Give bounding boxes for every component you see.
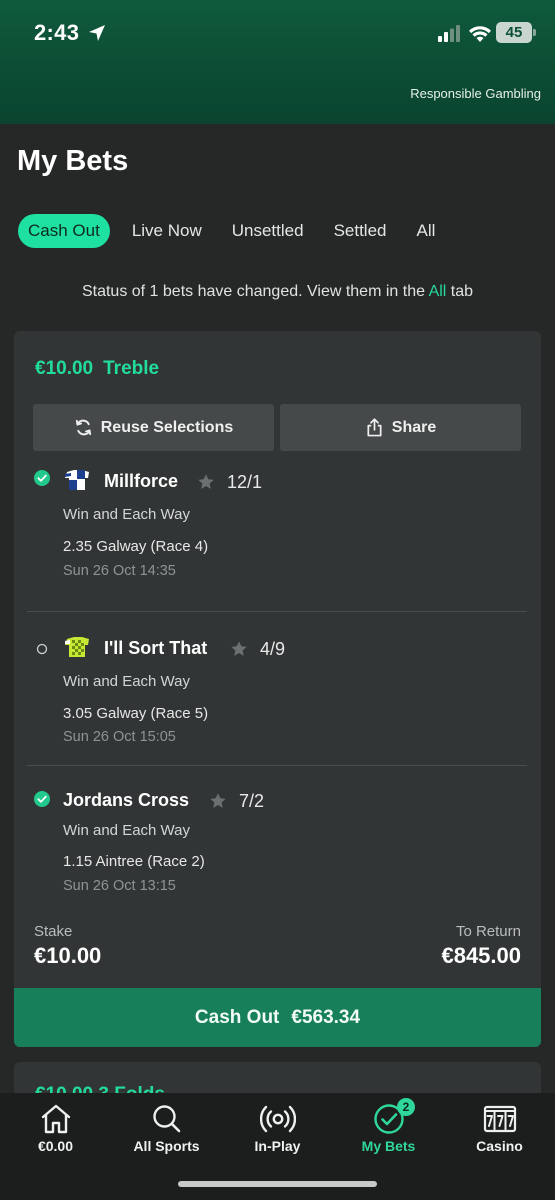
home-indicator[interactable] <box>178 1181 377 1187</box>
won-check-icon <box>34 470 50 486</box>
favourite-star-icon[interactable] <box>230 640 248 658</box>
selection-date: Sun 26 Oct 13:15 <box>63 878 176 894</box>
share-button[interactable]: Share <box>280 404 521 451</box>
share-label: Share <box>391 418 437 436</box>
tab-unsettled[interactable]: Unsettled <box>232 214 304 248</box>
cash-out-button[interactable]: Cash Out €563.34 <box>14 988 541 1047</box>
location-arrow-icon <box>89 25 105 41</box>
tab-all[interactable]: All <box>417 214 436 248</box>
slot-machine-icon <box>483 1105 516 1133</box>
nav-home[interactable]: €0.00 <box>0 1093 111 1165</box>
cash-out-value: €563.34 <box>291 1006 361 1028</box>
selection-date: Sun 26 Oct 14:35 <box>63 563 176 579</box>
nav-my-bets[interactable]: 2 My Bets <box>333 1093 444 1165</box>
share-icon <box>367 418 382 437</box>
favourite-star-icon[interactable] <box>209 792 227 810</box>
app-header: 2:43 45 Responsible Gambling <box>0 0 555 124</box>
selection-divider <box>27 611 527 612</box>
responsible-gambling-link[interactable]: Responsible Gambling <box>410 86 541 101</box>
notice-all-link[interactable]: All <box>429 283 447 300</box>
bet-tabs: Cash Out Live Now Unsettled Settled All <box>18 214 465 248</box>
selection-name: Millforce <box>104 471 179 491</box>
cellular-signal-icon <box>438 25 460 42</box>
status-time: 2:43 <box>34 20 80 45</box>
selection-date: Sun 26 Oct 15:05 <box>63 729 176 745</box>
stake-value: €10.00 <box>34 943 102 968</box>
to-return-value: €845.00 <box>441 943 521 968</box>
bet-type: Treble <box>103 358 160 379</box>
selection-race: 2.35 Galway (Race 4) <box>63 538 209 555</box>
jockey-silk-icon <box>65 637 89 657</box>
nav-casino[interactable]: Casino <box>444 1093 555 1165</box>
bet-card-header: €10.00 Treble <box>35 358 159 380</box>
selection-market: Win and Each Way <box>63 506 190 523</box>
nav-in-play[interactable]: In-Play <box>222 1093 333 1165</box>
nav-label: My Bets <box>361 1138 416 1154</box>
wifi-icon <box>469 26 491 42</box>
status-change-notice: Status of 1 bets have changed. View them… <box>0 283 555 301</box>
tab-cash-out[interactable]: Cash Out <box>18 214 110 248</box>
stake-label: Stake <box>34 923 73 940</box>
selection-divider <box>27 765 527 766</box>
selection-odds: 7/2 <box>239 791 265 811</box>
home-icon <box>41 1104 70 1134</box>
reuse-selections-label: Reuse Selections <box>100 418 234 436</box>
refresh-icon <box>75 419 91 436</box>
bet-stake-amount: €10.00 <box>35 358 94 379</box>
pending-circle-icon <box>36 643 48 655</box>
selection-market: Win and Each Way <box>63 822 190 839</box>
won-check-icon <box>34 791 50 807</box>
selection-race: 1.15 Aintree (Race 2) <box>63 853 205 870</box>
search-icon <box>152 1105 180 1133</box>
nav-label: All Sports <box>133 1138 200 1154</box>
jockey-silk-icon <box>65 470 89 490</box>
nav-label: €0.00 <box>37 1138 74 1154</box>
selection-name: Jordans Cross <box>63 790 190 810</box>
nav-all-sports[interactable]: All Sports <box>111 1093 222 1165</box>
tab-settled[interactable]: Settled <box>334 214 387 248</box>
my-bets-badge: 2 <box>397 1098 415 1116</box>
broadcast-icon <box>259 1105 296 1133</box>
selection-market: Win and Each Way <box>63 673 190 690</box>
tab-live-now[interactable]: Live Now <box>132 214 202 248</box>
page-title: My Bets <box>17 145 129 177</box>
selection-odds: 12/1 <box>227 472 263 492</box>
battery-indicator: 45 <box>496 22 536 43</box>
notice-suffix: tab <box>450 283 474 300</box>
notice-text: Status of 1 bets have changed. View them… <box>81 283 425 300</box>
cash-out-label: Cash Out <box>194 1006 280 1028</box>
bet-card: €10.00 Treble Reuse Selections Share Mil… <box>14 331 541 1047</box>
selection-race: 3.05 Galway (Race 5) <box>63 705 209 722</box>
app-root: 2:43 45 Responsible Gambling My Bets Cas… <box>0 0 555 1200</box>
nav-label: Casino <box>476 1138 523 1154</box>
selection-odds: 4/9 <box>260 639 286 659</box>
to-return-label: To Return <box>455 923 521 940</box>
selection-name: I'll Sort That <box>104 638 208 658</box>
reuse-selections-button[interactable]: Reuse Selections <box>33 404 274 451</box>
nav-label: In-Play <box>254 1138 301 1154</box>
favourite-star-icon[interactable] <box>197 473 215 491</box>
